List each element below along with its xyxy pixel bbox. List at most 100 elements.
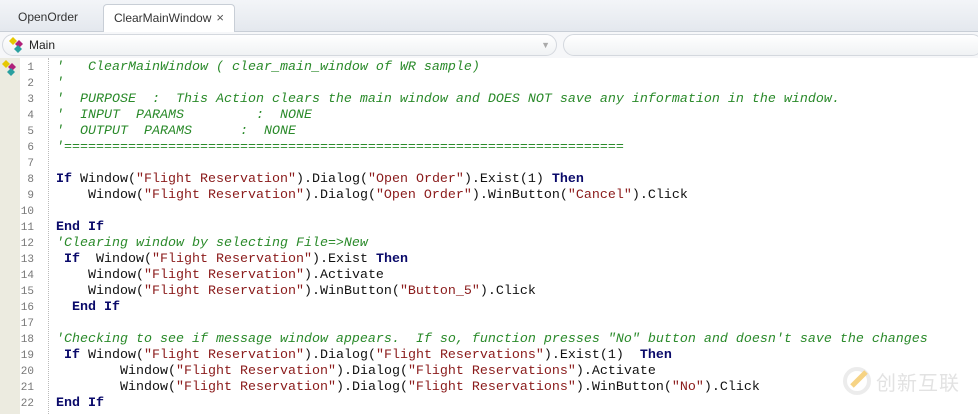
comment-token: 'Clearing window by selecting File=>New [56,236,368,251]
line-number: 19 [20,350,34,362]
line-number: 15 [20,286,34,298]
code-token: ).Click [703,380,760,395]
line-number: 7 [27,158,34,170]
string-token: "No" [671,380,704,395]
string-token: "Open Order" [375,188,472,203]
code-line[interactable]: If Window("Flight Reservation").Dialog("… [56,348,672,364]
code-token: ).Activate [303,268,384,283]
keyword-token: If [56,172,72,187]
string-token: "Cancel" [567,188,632,203]
comment-token: 'Checking to see if message window appea… [56,332,928,347]
string-token: "Flight Reservation" [151,252,312,267]
code-token: ).Click [479,284,536,299]
code-token: ).Dialog( [295,172,368,187]
keyword-token: End If [56,220,104,235]
string-token: "Flight Reservations" [407,364,576,379]
string-token: "Flight Reservation" [143,268,304,283]
line-number: 5 [27,126,34,138]
code-token: ).Exist(1) [543,348,640,363]
line-number: 14 [20,270,34,282]
string-token: "Flight Reservation" [136,172,296,187]
tab-clearmainwindow[interactable]: ClearMainWindow × [103,4,235,32]
line-number: 11 [20,222,34,234]
keyword-token: If [56,252,80,267]
code-token: ).WinButton( [575,380,672,395]
code-token: ).WinButton( [303,284,400,299]
code-line[interactable]: ' INPUT PARAMS : NONE [56,108,312,124]
code-line[interactable]: ' ClearMainWindow ( clear_main_window of… [56,60,480,76]
line-number-gutter: 1 2 3 4 5 6 7 8 9 10 11 12 13 14 15 16 17 18 19 20 21 22 [20,58,49,414]
code-line[interactable]: End If [56,396,104,412]
code-token: Window( [56,284,144,299]
keyword-token: Then [639,348,672,363]
comment-token: '=======================================… [56,140,624,155]
string-token: "Flight Reservation" [143,284,304,299]
line-number: 8 [27,174,34,186]
line-number: 22 [20,398,34,410]
code-line[interactable]: '=======================================… [56,140,624,156]
code-token: Window( [56,188,144,203]
action-selector-dropdown[interactable]: Main ▼ [2,34,557,56]
comment-token: ' PURPOSE : This Action clears the main … [56,92,840,107]
code-token: ).Dialog( [335,364,408,379]
string-token: "Flight Reservations" [375,348,544,363]
code-line[interactable]: End If [56,300,120,316]
string-token: "Flight Reservation" [175,364,336,379]
line-number: 18 [20,334,34,346]
watermark-logo: 创新互联 [842,366,960,396]
code-token: ).Dialog( [303,348,376,363]
code-token: ).Click [631,188,688,203]
code-token: Window( [56,380,176,395]
string-token: "Open Order" [367,172,464,187]
code-token: Window( [56,364,176,379]
watermark-text: 创新互联 [876,372,960,395]
line-number: 9 [27,190,34,202]
code-token: Window( [80,252,152,267]
line-number: 16 [20,302,34,314]
code-line[interactable]: ' PURPOSE : This Action clears the main … [56,92,840,108]
code-line[interactable]: Window("Flight Reservation").Activate [56,268,384,284]
tab-label: ClearMainWindow [114,11,212,25]
action-icon [9,37,23,53]
code-line[interactable]: Window("Flight Reservation").WinButton("… [56,284,536,300]
code-token: ).Exist(1) [463,172,552,187]
chevron-down-icon[interactable]: ▼ [541,35,550,56]
action-marker-icon [2,60,16,76]
code-line[interactable]: If Window("Flight Reservation").Exist Th… [56,252,408,268]
code-line[interactable]: 'Clearing window by selecting File=>New [56,236,368,252]
tab-openorder[interactable]: OpenOrder [8,4,88,31]
code-line[interactable]: If Window("Flight Reservation").Dialog("… [56,172,584,188]
line-number: 1 [27,62,34,74]
line-number: 21 [20,382,34,394]
code-token: Window( [56,268,144,283]
code-token: ).Activate [575,364,656,379]
document-tab-bar: OpenOrder ClearMainWindow × [0,0,978,32]
secondary-selector[interactable] [563,34,978,56]
action-toolbar: Main ▼ [0,32,978,58]
code-token: ).WinButton( [471,188,568,203]
string-token: "Flight Reservation" [175,380,336,395]
line-number: 13 [20,254,34,266]
keyword-token: Then [375,252,408,267]
code-line[interactable]: Window("Flight Reservation").Dialog("Fli… [56,380,760,396]
code-line[interactable]: ' OUTPUT PARAMS : NONE [56,124,296,140]
line-number: 6 [27,142,34,154]
code-line[interactable]: End If [56,220,104,236]
line-number: 10 [20,206,34,218]
code-line[interactable]: 'Checking to see if message window appea… [56,332,928,348]
line-number: 3 [27,94,34,106]
tab-label: OpenOrder [18,10,79,24]
line-number: 17 [20,318,34,330]
editor-margin [0,58,20,414]
keyword-token: If [56,348,80,363]
code-line[interactable]: ' [56,76,64,92]
code-editor[interactable]: ' ClearMainWindow ( clear_main_window of… [56,58,978,414]
code-token: ).Dialog( [335,380,408,395]
code-line[interactable]: Window("Flight Reservation").Dialog("Ope… [56,188,688,204]
keyword-token: End If [56,300,120,315]
close-tab-icon[interactable]: × [216,10,224,25]
string-token: "Flight Reservation" [143,188,304,203]
code-line[interactable]: Window("Flight Reservation").Dialog("Fli… [56,364,656,380]
code-token: Window( [80,348,144,363]
keyword-token: Then [551,172,584,187]
